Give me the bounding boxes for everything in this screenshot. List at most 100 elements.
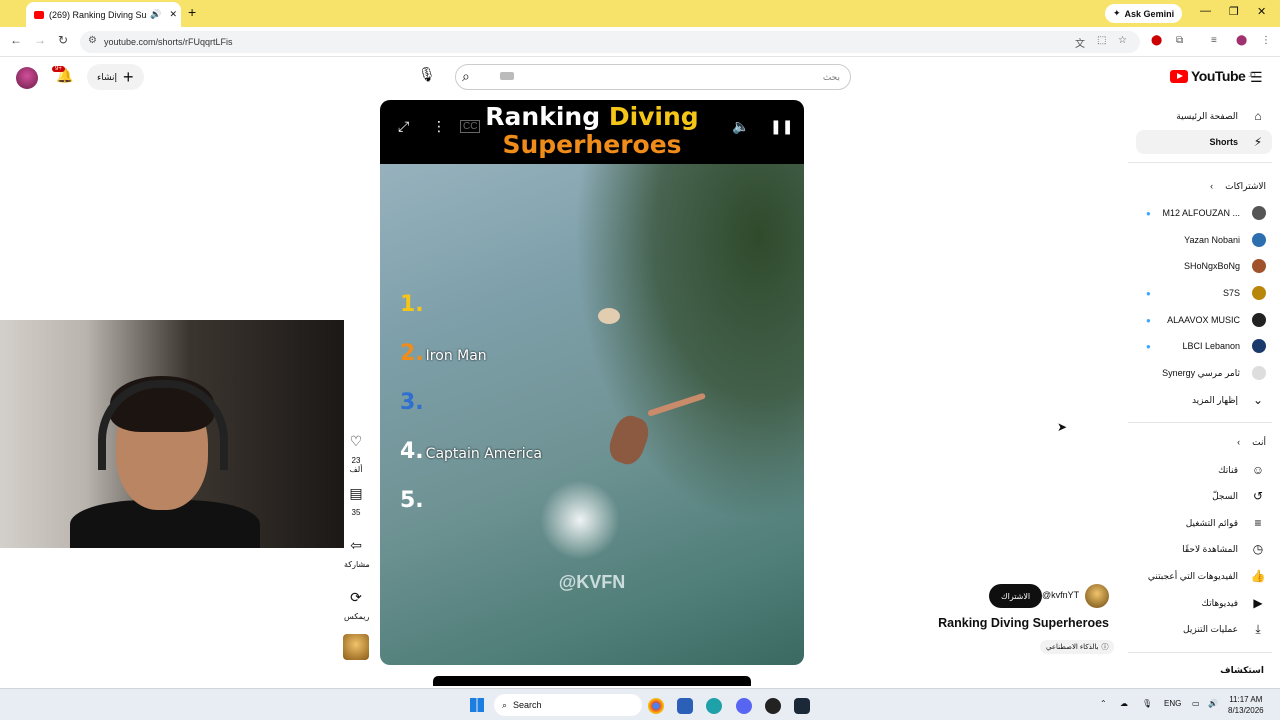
extension-red-icon[interactable]: ⬤ — [1151, 35, 1162, 46]
tab-close-icon[interactable]: ✕ — [169, 9, 177, 20]
new-tab-button[interactable]: + — [188, 4, 196, 20]
chrome-menu-icon[interactable]: ⋮ — [1261, 35, 1271, 46]
search-input[interactable]: بحث — [455, 64, 851, 90]
chrome-app-icon[interactable] — [648, 698, 664, 714]
show-more-button[interactable]: إظهار المزيد ⌄ — [1126, 388, 1266, 412]
channel-icon: ☺ — [1251, 463, 1265, 477]
heart-icon: ♡ — [349, 433, 363, 449]
video-sun-reflection — [540, 480, 620, 560]
channel-name: LBCI Lebanon — [1182, 341, 1240, 351]
share-button[interactable]: ⇦ مشاركة — [344, 537, 370, 569]
next-video-preview[interactable] — [433, 676, 751, 686]
fullscreen-icon[interactable]: ⤢ — [398, 118, 409, 135]
subscriptions-heading[interactable]: ‹ الاشتراكات — [1126, 174, 1266, 198]
obs-app-icon[interactable] — [765, 698, 781, 714]
language-indicator[interactable]: ENG — [1164, 699, 1181, 708]
comments-button[interactable]: ▤ 35 — [344, 485, 368, 517]
sidebar-item-label: المشاهدة لاحقًا — [1182, 543, 1238, 554]
sidebar-item-shorts[interactable]: Shorts ⚡ — [1136, 130, 1272, 154]
remix-button[interactable]: ⟳ ريمكس — [344, 589, 370, 621]
extensions-icon[interactable]: ⧉ — [1176, 35, 1183, 46]
sidebar-item-playlists[interactable]: قوائم التشغيل ≡ — [1126, 511, 1266, 535]
youtube-logo[interactable]: YouTube JO — [1170, 68, 1255, 84]
menu-icon[interactable]: ☰ — [1250, 69, 1263, 86]
notification-badge: 9+ — [52, 66, 65, 72]
sidebar-item-your-videos[interactable]: فيديوهاتك ▶ — [1126, 591, 1266, 615]
sidebar-item-channel[interactable]: ● S7S — [1126, 281, 1266, 305]
volume-tray-icon[interactable]: 🔊 — [1208, 699, 1218, 708]
mic-tray-icon[interactable]: 🎙 — [1142, 699, 1152, 708]
sidebar-item-home[interactable]: الصفحة الرئيسية ⌂ — [1126, 104, 1266, 128]
remix-label: ريمكس — [344, 612, 370, 621]
sidebar-item-channel[interactable]: ● M12 ALFOUZAN ... — [1126, 201, 1266, 225]
media-controls-icon[interactable]: ≡ — [1211, 35, 1217, 46]
channel-name: Yazan Nobani — [1184, 235, 1240, 245]
edge-app-icon[interactable] — [706, 698, 722, 714]
system-clock[interactable]: 11:17 AM 8/13/2026 — [1228, 694, 1264, 716]
ai-label-badge[interactable]: بالذكاء الاصطناعي ⓘ — [1040, 640, 1115, 654]
sidebar-item-history[interactable]: السجلّ ↺ — [1126, 484, 1266, 508]
channel-thumbnail[interactable] — [343, 634, 369, 660]
windows-start-icon[interactable] — [470, 698, 484, 712]
browser-tab[interactable]: (269) Ranking Diving Supe... 🔊 ✕ — [26, 2, 181, 27]
close-window-icon[interactable]: ✕ — [1257, 5, 1266, 18]
profile-icon[interactable]: ⬤ — [1236, 35, 1247, 46]
network-icon[interactable]: ▭ — [1192, 699, 1200, 708]
sidebar-item-label: السجلّ — [1212, 490, 1238, 501]
sidebar-item-label: الصفحة الرئيسية — [1176, 110, 1238, 121]
discord-app-icon[interactable] — [736, 698, 752, 714]
install-icon[interactable]: ⬚ — [1097, 35, 1106, 46]
sidebar-item-channel[interactable]: Synergy ثامر مرسي — [1126, 361, 1266, 385]
url-field[interactable]: youtube.com/shorts/rFUqqrtLFis — [80, 31, 1140, 53]
shorts-video-player[interactable]: Ranking Diving Superheroes ⤢ ⋮ CC 🔈 ❚❚ 1… — [380, 100, 804, 665]
subscribe-button[interactable]: الاشتراك — [989, 584, 1043, 608]
new-content-dot: ● — [1146, 288, 1151, 298]
taskbar-search[interactable]: ⌕ Search — [494, 694, 642, 716]
tray-chevron-icon[interactable]: ⌃ — [1100, 699, 1107, 708]
sidebar-item-channel[interactable]: ● LBCI Lebanon — [1126, 334, 1266, 358]
sidebar: الصفحة الرئيسية ⌂ Shorts ⚡ ‹ الاشتراكات … — [1128, 100, 1280, 690]
steam-app-icon[interactable] — [794, 698, 810, 714]
forward-icon[interactable]: → — [34, 33, 46, 47]
maximize-icon[interactable]: ❐ — [1229, 5, 1239, 18]
video-watermark: @KVFN — [558, 572, 626, 592]
channel-handle[interactable]: @kvfnYT — [1042, 590, 1079, 600]
volume-icon[interactable]: 🔈 — [732, 118, 749, 135]
back-icon[interactable]: ← — [10, 33, 22, 47]
your-videos-icon: ▶ — [1253, 596, 1263, 610]
microphone-icon[interactable]: 🎙 — [418, 66, 436, 83]
sidebar-item-channel[interactable]: SHoNgxBoNg — [1126, 254, 1266, 278]
sidebar-item-channel[interactable]: ● ALAAVOX MUSIC — [1126, 308, 1266, 332]
pause-icon[interactable]: ❚❚ — [770, 118, 793, 135]
keyboard-icon[interactable] — [500, 72, 514, 80]
store-app-icon[interactable] — [677, 698, 693, 714]
chevron-down-icon: ⌄ — [1252, 393, 1264, 407]
sidebar-item-your-channel[interactable]: قناتك ☺ — [1126, 458, 1266, 482]
account-avatar[interactable] — [16, 67, 38, 89]
minimize-icon[interactable]: — — [1200, 5, 1211, 17]
sidebar-item-label: فيديوهاتك — [1201, 597, 1238, 608]
sidebar-item-liked[interactable]: الفيديوهات التي أعجبتني 👍 — [1126, 564, 1266, 588]
sidebar-item-label: قناتك — [1218, 464, 1238, 475]
more-options-icon[interactable]: ⋮ — [432, 118, 446, 135]
channel-avatar[interactable] — [1085, 584, 1109, 608]
you-heading[interactable]: ‹ أنت — [1126, 430, 1266, 454]
cloud-icon[interactable]: ☁ — [1120, 699, 1128, 708]
ask-gemini-button[interactable]: ✦ Ask Gemini — [1105, 4, 1183, 23]
site-info-icon[interactable]: ⚙ — [88, 35, 97, 46]
search-icon[interactable]: ⌕ — [462, 68, 470, 85]
reload-icon[interactable]: ↻ — [58, 33, 68, 47]
translate-icon[interactable]: 文 — [1075, 35, 1085, 50]
sidebar-item-downloads[interactable]: عمليات التنزيل ⤓ — [1126, 617, 1266, 641]
video-trees — [574, 164, 804, 524]
taskbar-search-label: Search — [513, 700, 542, 710]
sidebar-item-watch-later[interactable]: المشاهدة لاحقًا ◷ — [1126, 537, 1266, 561]
tab-audio-icon[interactable]: 🔊 — [150, 9, 161, 20]
rank-item: 2. Iron Man — [400, 341, 487, 366]
like-button[interactable]: ♡ 23 ألف — [344, 433, 368, 474]
captions-icon[interactable]: CC — [460, 120, 481, 133]
sidebar-item-channel[interactable]: Yazan Nobani — [1126, 228, 1266, 252]
create-button[interactable]: إنشاء + — [87, 64, 144, 90]
bookmark-icon[interactable]: ☆ — [1118, 35, 1127, 46]
info-icon: ⓘ — [1101, 644, 1109, 651]
